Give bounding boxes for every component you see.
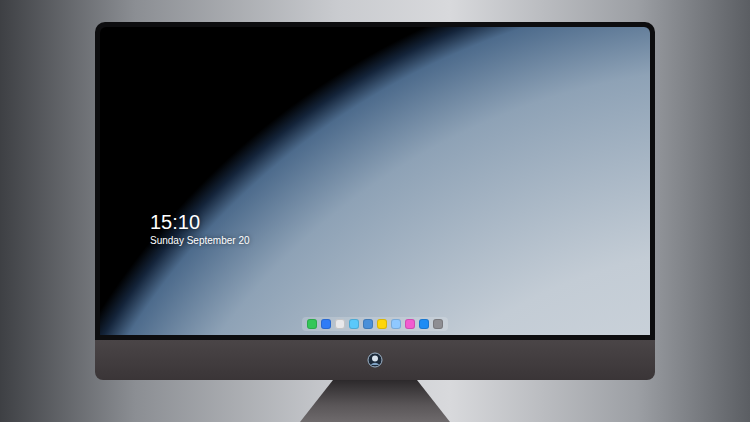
monitor-bezel: 15:10Sunday September 20 xyxy=(95,22,655,340)
dock-app-icon[interactable] xyxy=(335,319,345,329)
dock-app-icon[interactable] xyxy=(433,319,443,329)
brand-logo-icon xyxy=(367,352,383,368)
wallpaper-screen: 15:10Sunday September 20 xyxy=(100,27,650,335)
lock-date: Sunday September 20 xyxy=(150,234,650,247)
lock-clock: 15:10Sunday September 20 xyxy=(150,211,650,247)
dock-app-icon[interactable] xyxy=(405,319,415,329)
lock-time: 15:10 xyxy=(150,211,650,234)
dock-app-icon[interactable] xyxy=(363,319,373,329)
dock xyxy=(302,317,448,331)
monitor-stand xyxy=(300,380,450,422)
dock-app-icon[interactable] xyxy=(377,319,387,329)
dock-app-icon[interactable] xyxy=(307,319,317,329)
dock-app-icon[interactable] xyxy=(349,319,359,329)
dock-app-icon[interactable] xyxy=(391,319,401,329)
monitor: 15:10Sunday September 20 xyxy=(95,22,655,422)
monitor-chin xyxy=(95,340,655,380)
dock-app-icon[interactable] xyxy=(321,319,331,329)
mockup-page: 15:10Sunday September 20 xyxy=(0,0,750,422)
dock-app-icon[interactable] xyxy=(419,319,429,329)
